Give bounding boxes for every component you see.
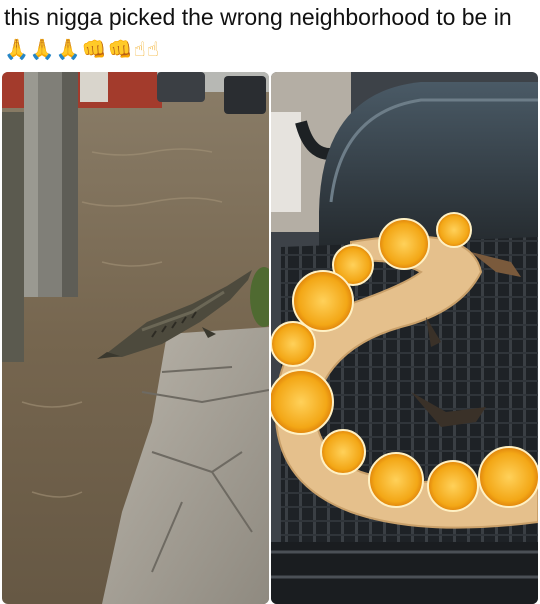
left-wall (2, 112, 24, 362)
flood-scene-image (2, 72, 269, 604)
caption-text: this nigga picked the wrong neighborhood… (4, 4, 512, 30)
grill-scene-image (271, 72, 538, 604)
parked-car-2 (224, 76, 266, 114)
photo-crocodile-grill (271, 72, 538, 604)
building-door (80, 72, 108, 102)
parked-car-1 (157, 72, 205, 102)
meme-caption: this nigga picked the wrong neighborhood… (4, 2, 536, 65)
caption-emojis: 🙏🙏🙏👊👊☝☝ (4, 37, 160, 61)
photo-crocodile-flood (2, 72, 269, 604)
